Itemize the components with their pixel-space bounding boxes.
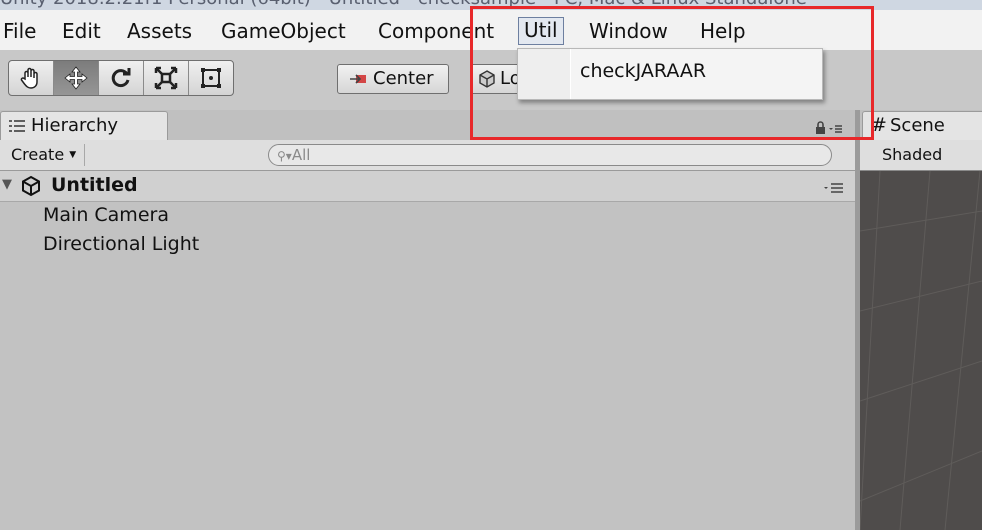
expand-arrow-icon[interactable]: ▼	[2, 177, 12, 192]
util-dropdown-menu: checkJARAAR	[517, 48, 823, 100]
tab-scene[interactable]: # Scene	[862, 111, 982, 141]
create-label: Create	[11, 145, 65, 164]
rotate-tool-button[interactable]	[99, 61, 144, 95]
create-dropdown-button[interactable]: Create ▼	[3, 144, 86, 166]
search-placeholder-text: All	[291, 146, 311, 164]
search-icon: ⚲▾	[277, 149, 292, 163]
main-toolbar: Center Lo	[0, 50, 982, 110]
scene-viewport[interactable]	[860, 171, 982, 530]
window-title: Unity 2018.2.21f1 Personal (64bit) - Unt…	[0, 0, 807, 9]
tab-hierarchy[interactable]: Hierarchy	[0, 111, 168, 141]
pivot-center-toggle[interactable]: Center	[337, 64, 449, 94]
move-arrows-icon	[64, 66, 88, 90]
unity-scene-icon	[22, 175, 40, 197]
list-icon	[9, 120, 25, 132]
menu-item-checkjaraar[interactable]: checkJARAAR	[580, 60, 706, 82]
scale-tool-button[interactable]	[144, 61, 189, 95]
rect-tool-button[interactable]	[189, 61, 233, 95]
hierarchy-item-main-camera[interactable]: Main Camera	[43, 204, 169, 226]
scene-toolbar: Shaded	[860, 140, 982, 171]
scale-icon	[154, 66, 178, 90]
rect-transform-icon	[201, 68, 221, 88]
pivot-icon	[350, 74, 366, 84]
menu-gameobject[interactable]: GameObject	[221, 18, 346, 44]
search-placeholder: ⚲▾All	[277, 145, 310, 166]
menu-file[interactable]: File	[3, 18, 36, 44]
pivot-label: Center	[373, 68, 434, 89]
hierarchy-search-input[interactable]: ⚲▾All	[268, 144, 832, 166]
scene-grid	[860, 171, 982, 530]
menu-help[interactable]: Help	[700, 18, 746, 44]
transform-tools	[8, 60, 234, 96]
menu-component[interactable]: Component	[378, 18, 494, 44]
tab-scene-label: Scene	[890, 115, 945, 136]
menubar: File Edit Assets GameObject Component Ut…	[0, 10, 982, 51]
lock-icon[interactable]	[815, 120, 843, 139]
scene-name: Untitled	[51, 174, 138, 196]
rotate-icon	[111, 68, 131, 88]
hierarchy-item-directional-light[interactable]: Directional Light	[43, 233, 199, 255]
move-tool-button[interactable]	[54, 61, 99, 95]
grid-icon: #	[871, 114, 887, 136]
hand-icon	[20, 67, 38, 89]
hand-tool-button[interactable]	[9, 61, 54, 95]
window-title-bar: Unity 2018.2.21f1 Personal (64bit) - Unt…	[0, 0, 982, 10]
tab-hierarchy-label: Hierarchy	[31, 115, 119, 136]
shading-mode-dropdown[interactable]: Shaded	[882, 145, 942, 164]
scene-options-icon[interactable]	[823, 179, 845, 198]
menu-util[interactable]: Util	[518, 17, 564, 45]
rotation-toggle[interactable]: Lo	[470, 64, 521, 94]
dropdown-arrow-icon: ▼	[69, 150, 77, 160]
cube-icon	[479, 70, 495, 88]
hierarchy-toolbar: Create ▼ ⚲▾All	[0, 140, 855, 171]
menu-window[interactable]: Window	[589, 18, 668, 44]
menu-edit[interactable]: Edit	[62, 18, 101, 44]
hierarchy-tree: ▼ Untitled Main Camera Directional Light	[0, 171, 855, 530]
scene-root-row[interactable]: ▼ Untitled	[0, 171, 855, 202]
menu-icon-gutter	[518, 49, 571, 99]
menu-assets[interactable]: Assets	[127, 18, 192, 44]
